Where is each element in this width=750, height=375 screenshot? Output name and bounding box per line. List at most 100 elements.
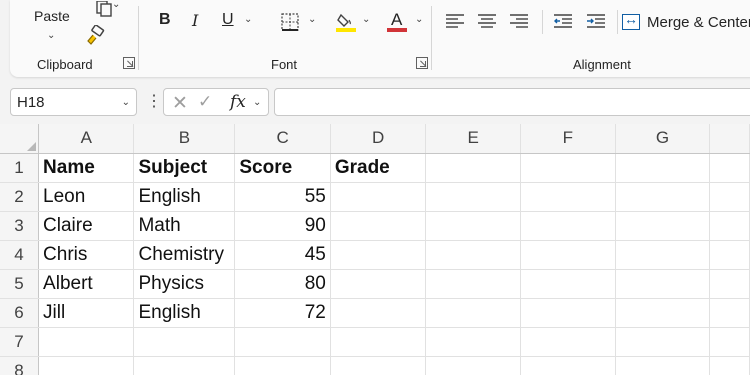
align-right-button[interactable]: [508, 11, 530, 31]
cell[interactable]: [38, 356, 135, 375]
cell[interactable]: [330, 240, 427, 270]
cell[interactable]: [520, 269, 616, 299]
cell[interactable]: [330, 298, 427, 328]
cell[interactable]: [709, 298, 750, 328]
cell[interactable]: [520, 153, 616, 183]
cell[interactable]: Score: [234, 153, 331, 183]
insert-function-button[interactable]: fx: [230, 92, 246, 112]
cell[interactable]: [709, 153, 750, 183]
decrease-indent-button[interactable]: [552, 11, 574, 31]
formula-input[interactable]: [274, 88, 750, 116]
clipboard-launcher-icon[interactable]: [123, 57, 135, 69]
cell[interactable]: [425, 327, 522, 357]
cell[interactable]: [615, 356, 711, 375]
font-color-chevron-icon[interactable]: ⌄: [415, 14, 423, 25]
cell[interactable]: [425, 153, 522, 183]
cell[interactable]: [425, 240, 522, 270]
cell[interactable]: [615, 153, 711, 183]
name-box[interactable]: H18 ⌄: [10, 88, 137, 116]
cell[interactable]: [330, 182, 427, 212]
column-header-e[interactable]: E: [425, 124, 522, 154]
cell[interactable]: 80: [234, 269, 331, 299]
cell[interactable]: [330, 211, 427, 241]
cell[interactable]: [234, 356, 331, 375]
cell[interactable]: English: [133, 182, 236, 212]
column-header-g[interactable]: G: [615, 124, 711, 154]
cell[interactable]: 45: [234, 240, 331, 270]
cell[interactable]: 90: [234, 211, 331, 241]
cell[interactable]: Leon: [38, 182, 135, 212]
cell[interactable]: [520, 240, 616, 270]
cell[interactable]: [615, 182, 711, 212]
row-header[interactable]: 5: [0, 269, 40, 299]
column-header-f[interactable]: F: [520, 124, 616, 154]
cell[interactable]: Math: [133, 211, 236, 241]
italic-button[interactable]: I: [192, 11, 198, 30]
cell[interactable]: [615, 298, 711, 328]
cell[interactable]: 72: [234, 298, 331, 328]
cell[interactable]: [425, 269, 522, 299]
cell[interactable]: [330, 356, 427, 375]
column-header-d[interactable]: D: [330, 124, 427, 154]
underline-button[interactable]: U: [222, 11, 234, 29]
column-header-a[interactable]: A: [38, 124, 135, 154]
cell[interactable]: Grade: [330, 153, 427, 183]
cell[interactable]: [425, 298, 522, 328]
underline-chevron-icon[interactable]: ⌄: [244, 14, 252, 25]
increase-indent-button[interactable]: [585, 11, 607, 31]
font-color-button[interactable]: A: [386, 10, 410, 34]
row-header[interactable]: 4: [0, 240, 40, 270]
cell[interactable]: [709, 211, 750, 241]
cell[interactable]: Subject: [133, 153, 236, 183]
fill-color-button[interactable]: [334, 10, 358, 34]
cancel-icon[interactable]: ✕: [172, 92, 188, 115]
cell[interactable]: Name: [38, 153, 135, 183]
cell[interactable]: [615, 269, 711, 299]
row-header[interactable]: 2: [0, 182, 40, 212]
cell[interactable]: English: [133, 298, 236, 328]
column-header-c[interactable]: C: [234, 124, 331, 154]
cell[interactable]: [38, 327, 135, 357]
row-header[interactable]: 6: [0, 298, 40, 328]
cell[interactable]: [709, 327, 750, 357]
row-header[interactable]: 1: [0, 153, 40, 183]
font-launcher-icon[interactable]: [416, 57, 428, 69]
align-center-button[interactable]: [476, 11, 498, 31]
cell[interactable]: [425, 182, 522, 212]
more-options-icon[interactable]: ⋮: [146, 92, 162, 112]
select-all-corner[interactable]: [0, 124, 40, 154]
cell[interactable]: [615, 327, 711, 357]
copy-button[interactable]: ⌄: [82, 0, 126, 18]
cell[interactable]: Chris: [38, 240, 135, 270]
merge-center-button[interactable]: Merge & Center: [622, 10, 750, 34]
cell[interactable]: [133, 356, 236, 375]
cell[interactable]: [520, 327, 616, 357]
cell[interactable]: [425, 211, 522, 241]
row-header[interactable]: 7: [0, 327, 40, 357]
format-painter-button[interactable]: [82, 24, 108, 48]
cell[interactable]: Albert: [38, 269, 135, 299]
cell[interactable]: [709, 269, 750, 299]
name-box-chevron-icon[interactable]: ⌄: [122, 97, 130, 108]
cell[interactable]: [520, 182, 616, 212]
fill-color-chevron-icon[interactable]: ⌄: [362, 14, 370, 25]
row-header[interactable]: 8: [0, 356, 40, 375]
row-header[interactable]: 3: [0, 211, 40, 241]
cell[interactable]: 55: [234, 182, 331, 212]
cell[interactable]: [520, 211, 616, 241]
cell[interactable]: [330, 269, 427, 299]
cell[interactable]: [709, 356, 750, 375]
cell[interactable]: Chemistry: [133, 240, 236, 270]
column-header-b[interactable]: B: [133, 124, 236, 154]
borders-chevron-icon[interactable]: ⌄: [308, 14, 316, 25]
cell[interactable]: [234, 327, 331, 357]
borders-button[interactable]: [280, 12, 300, 32]
paste-button[interactable]: Paste ⌄: [28, 0, 78, 48]
column-header-h[interactable]: [709, 124, 750, 154]
cell[interactable]: [709, 182, 750, 212]
cell[interactable]: [133, 327, 236, 357]
cell[interactable]: [330, 327, 427, 357]
cell[interactable]: [425, 356, 522, 375]
cell[interactable]: Jill: [38, 298, 135, 328]
cell[interactable]: [520, 356, 616, 375]
